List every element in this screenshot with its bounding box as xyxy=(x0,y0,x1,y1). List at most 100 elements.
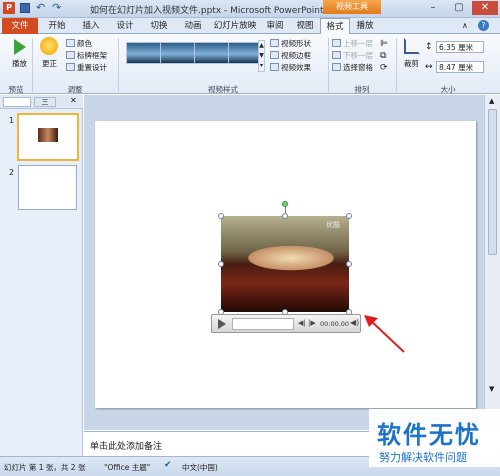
volume-icon[interactable]: ◀) xyxy=(350,318,359,327)
rotate-icon[interactable]: ⟳ xyxy=(380,63,388,73)
scroll-thumb[interactable] xyxy=(488,109,497,255)
group-label-video-styles: 视频样式 xyxy=(208,85,238,94)
slide-thumb-2[interactable] xyxy=(18,165,77,210)
step-forward-icon[interactable]: |▶ xyxy=(308,319,316,327)
undo-icon[interactable]: ↶ xyxy=(36,1,45,14)
tab-home[interactable]: 开始 xyxy=(40,18,74,34)
video-style-1[interactable] xyxy=(126,42,162,64)
video-border-button[interactable]: 视频边框 xyxy=(270,50,311,61)
slide-number-2: 2 xyxy=(9,168,15,177)
video-frame[interactable]: 优酷 xyxy=(221,216,349,312)
theme-name: "Office 主题" xyxy=(104,463,151,472)
play-preview-icon[interactable] xyxy=(14,39,26,55)
close-icon[interactable]: ✕ xyxy=(472,1,498,15)
tab-animations[interactable]: 动画 xyxy=(176,18,210,34)
reset-design-icon xyxy=(66,63,75,71)
scroll-down-icon[interactable]: ▼ xyxy=(489,385,494,393)
video-shape-icon xyxy=(270,39,279,47)
group-label-arrange: 排列 xyxy=(354,85,370,94)
styles-scroll[interactable]: ▲ ▼ ▾ xyxy=(258,40,265,72)
spelling-check-icon[interactable]: ✔ xyxy=(164,460,172,470)
video-effects-icon xyxy=(270,63,279,71)
scroll-up-icon[interactable]: ▲ xyxy=(489,97,494,105)
resize-handle[interactable] xyxy=(346,261,352,267)
poster-frame-button[interactable]: 标牌框架 xyxy=(66,50,107,61)
close-panel-icon[interactable]: ✕ xyxy=(70,96,77,105)
video-shape-button[interactable]: 视频形状 xyxy=(270,38,311,49)
save-icon[interactable] xyxy=(20,3,30,13)
selection-pane-icon xyxy=(332,63,341,71)
preview-play-button[interactable]: 播放 xyxy=(12,58,27,69)
video-effects-button[interactable]: 视频效果 xyxy=(270,62,311,73)
video-time: 00:00.00 xyxy=(320,320,350,328)
resize-handle[interactable] xyxy=(218,213,224,219)
redo-icon[interactable]: ↷ xyxy=(52,1,61,14)
color-icon xyxy=(66,39,75,47)
tab-format[interactable]: 格式 xyxy=(320,18,350,35)
slide-thumb-video xyxy=(38,128,58,142)
group-icon[interactable]: ⧉ xyxy=(380,51,386,61)
bring-forward-icon xyxy=(332,39,341,47)
height-icon: ↕ xyxy=(425,42,433,52)
tab-slideshow[interactable]: 幻灯片放映 xyxy=(210,18,260,34)
height-field[interactable]: 6.35 厘米 xyxy=(436,41,484,53)
outline-tab[interactable]: 三 xyxy=(34,97,56,107)
color-button[interactable]: 颜色 xyxy=(66,38,92,49)
step-back-icon[interactable]: ◀| xyxy=(298,319,306,327)
minimize-icon[interactable]: – xyxy=(420,1,446,15)
brand-watermark: 软件无忧 努力解决软件问题 xyxy=(369,409,500,467)
resize-handle[interactable] xyxy=(282,213,288,219)
tab-insert[interactable]: 插入 xyxy=(74,18,108,34)
tab-view[interactable]: 视图 xyxy=(290,18,320,34)
send-backward-button[interactable]: 下移一层 xyxy=(332,50,373,61)
video-tools-context-label: 视频工具 xyxy=(323,0,381,14)
ribbon-tab-bar: 文件 开始 插入 设计 切换 动画 幻灯片放映 审阅 视图 格式 播放 ∧ ? xyxy=(0,18,500,35)
poster-frame-icon xyxy=(66,51,75,59)
title-bar: P ↶ ↷ 如何在幻灯片加入视频文件.pptx - Microsoft Powe… xyxy=(0,0,500,18)
powerpoint-logo-icon: P xyxy=(3,2,15,14)
minimize-ribbon-icon[interactable]: ∧ xyxy=(462,21,468,30)
video-drum-image xyxy=(221,216,349,312)
group-label-size: 大小 xyxy=(440,85,456,94)
slide-count: 幻灯片 第 1 张，共 2 张 xyxy=(4,463,86,472)
brand-title: 软件无忧 xyxy=(377,421,481,449)
panel-tabs: 三 ✕ xyxy=(0,95,83,109)
group-label-preview: 预览 xyxy=(8,85,24,94)
slide-number-1: 1 xyxy=(9,116,15,125)
video-control-bar: ◀| |▶ 00:00.00 ◀) xyxy=(211,314,361,333)
annotation-arrow xyxy=(364,315,405,353)
correct-button[interactable]: 更正 xyxy=(42,58,57,69)
maximize-icon[interactable]: ▢ xyxy=(446,1,472,15)
video-play-icon[interactable] xyxy=(218,319,226,329)
slides-tab[interactable] xyxy=(3,97,31,107)
video-progress-track[interactable] xyxy=(232,318,294,330)
width-icon: ↔ xyxy=(425,62,433,72)
tab-transitions[interactable]: 切换 xyxy=(142,18,176,34)
crop-icon[interactable] xyxy=(404,38,420,54)
tab-file[interactable]: 文件 xyxy=(2,18,38,34)
window-title: 如何在幻灯片加入视频文件.pptx - Microsoft PowerPoint xyxy=(90,6,324,16)
crop-button[interactable]: 裁剪 xyxy=(404,58,419,69)
help-icon[interactable]: ? xyxy=(478,20,489,31)
video-style-2[interactable] xyxy=(160,42,196,64)
tab-design[interactable]: 设计 xyxy=(108,18,142,34)
vertical-scrollbar[interactable]: ▲ ▼ xyxy=(484,95,500,430)
brand-subtitle: 努力解决软件问题 xyxy=(379,451,467,464)
selection-pane-button[interactable]: 选择窗格 xyxy=(332,62,373,73)
slide-thumb-1[interactable] xyxy=(17,113,79,161)
correct-sun-icon[interactable] xyxy=(40,37,58,55)
notes-placeholder: 单击此处添加备注 xyxy=(90,442,163,452)
resize-handle[interactable] xyxy=(346,213,352,219)
align-icon[interactable]: ⊫ xyxy=(380,39,388,49)
resize-handle[interactable] xyxy=(218,261,224,267)
video-watermark: 优酷 xyxy=(326,221,340,229)
tab-review[interactable]: 审阅 xyxy=(260,18,290,34)
width-field[interactable]: 8.47 厘米 xyxy=(436,61,484,73)
tab-playback[interactable]: 播放 xyxy=(350,18,380,34)
group-label-adjust: 调整 xyxy=(67,85,83,94)
reset-design-button[interactable]: 重置设计 xyxy=(66,62,107,73)
language[interactable]: 中文(中国) xyxy=(182,462,218,473)
video-style-3[interactable] xyxy=(194,42,230,64)
bring-forward-button[interactable]: 上移一层 xyxy=(332,38,373,49)
send-backward-icon xyxy=(332,51,341,59)
